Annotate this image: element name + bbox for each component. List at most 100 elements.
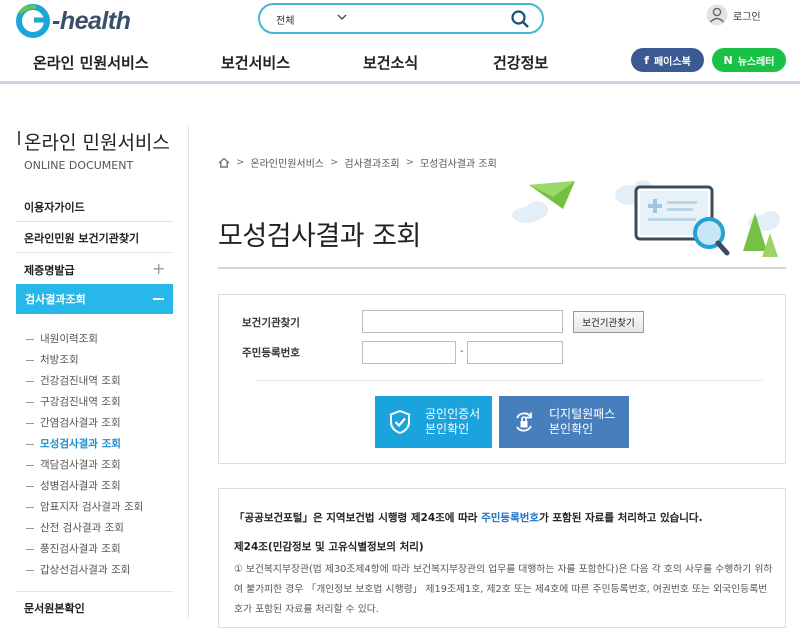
sidebar-subitem-label: 풍진검사결과 조회 — [40, 543, 121, 555]
user-icon — [706, 4, 728, 26]
dash-icon — [26, 506, 34, 508]
sidebar-subitem-label: 구강검진내역 조회 — [40, 396, 121, 408]
center-input[interactable] — [362, 310, 563, 333]
facebook-label: 페이스북 — [653, 56, 691, 68]
breadcrumb: > 온라인민원서비스 > 검사결과조회 > 모성검사결과 조회 — [218, 155, 497, 170]
magnifier-icon — [693, 217, 730, 256]
site-header: -health 전체 로그인 온라인 민원서비스 보건서비스 보건소식 건강정보… — [0, 0, 800, 84]
notice-intro: 「공공보건포털」은 지역보건법 시행령 제24조에 따라 주민등록번호가 포함된… — [234, 510, 703, 525]
digital-onepass-button[interactable]: 디지털원패스 본인확인 — [499, 396, 629, 448]
sidebar-subitem-label: 모성검사결과 조회 — [40, 438, 121, 450]
newsletter-label: 뉴스레터 — [737, 56, 775, 68]
sidebar-subitem[interactable]: 처방조회 — [26, 352, 79, 367]
search-icon[interactable] — [510, 9, 530, 29]
page-title: 모성검사결과 조회 — [218, 221, 421, 252]
search-illustration — [512, 180, 780, 257]
gnb-online-service[interactable]: 온라인 민원서비스 — [33, 52, 149, 73]
dash-icon — [26, 485, 34, 487]
newsletter-icon: N — [723, 53, 733, 67]
sidebar-subitem-label: 산전 검사결과 조회 — [40, 522, 124, 534]
minus-icon — [153, 298, 164, 300]
chevron-down-icon[interactable] — [336, 11, 348, 23]
sidebar-subitem[interactable]: 풍진검사결과 조회 — [26, 541, 121, 556]
dash-icon — [26, 380, 34, 382]
sidebar-subitem[interactable]: 산전 검사결과 조회 — [26, 520, 124, 535]
cloud-icon — [512, 201, 548, 223]
sidebar-subitem[interactable]: 성병검사결과 조회 — [26, 478, 121, 493]
sidebar-subitem-label: 간염검사결과 조회 — [40, 417, 121, 429]
sidebar-subitem[interactable]: 갑상선검사결과 조회 — [26, 562, 130, 577]
breadcrumb-item[interactable]: 검사결과조회 — [344, 155, 399, 170]
gnb-health-news[interactable]: 보건소식 — [363, 52, 418, 73]
breadcrumb-separator: > — [330, 157, 339, 168]
sidebar-item-certificate[interactable]: 제증명발급 — [24, 262, 75, 278]
sidebar-subitem-label: 암표지자 검사결과 조회 — [40, 501, 144, 513]
sidebar-item-exam-results[interactable]: 검사결과조회 — [16, 284, 173, 314]
dash-icon — [26, 527, 34, 529]
sidebar-title: 온라인 민원서비스 — [24, 132, 170, 154]
sidebar-subitem-active[interactable]: 모성검사결과 조회 — [26, 436, 121, 451]
gnb-health-service[interactable]: 보건서비스 — [221, 52, 290, 73]
dash-icon — [26, 548, 34, 550]
search-category-select[interactable]: 전체 — [276, 12, 294, 27]
sidebar-subitem[interactable]: 암표지자 검사결과 조회 — [26, 499, 143, 514]
sidebar-subitem-label: 건강검진내역 조회 — [40, 375, 121, 387]
dash-icon — [26, 464, 34, 466]
sidebar-subitem-label: 내원이력조회 — [40, 333, 98, 345]
sidebar-subitem[interactable]: 건강검진내역 조회 — [26, 373, 121, 388]
sidebar-item-find-center[interactable]: 온라인민원 보건기관찾기 — [24, 230, 139, 246]
dash-icon — [26, 569, 34, 571]
sidebar-subitem-label: 객담검사결과 조회 — [40, 459, 121, 471]
notice-heading: 제24조(민감정보 및 고유식별정보의 처리) — [234, 541, 424, 553]
certificate-auth-button[interactable]: 공인인증서 본인확인 — [375, 396, 492, 448]
facebook-button[interactable]: f 페이스북 — [631, 48, 704, 72]
facebook-icon: f — [644, 53, 649, 67]
sidebar-item-guide[interactable]: 이용자가이드 — [24, 199, 85, 215]
gnb-health-info[interactable]: 건강정보 — [493, 52, 548, 73]
notice-text: 「공공보건포털」은 지역보건법 시행령 제24조에 따라 — [234, 512, 482, 524]
form-divider — [256, 380, 763, 381]
breadcrumb-item[interactable]: 온라인민원서비스 — [250, 155, 324, 170]
breadcrumb-current: 모성검사결과 조회 — [419, 159, 497, 170]
search-input[interactable] — [364, 9, 504, 29]
sidebar-subitem[interactable]: 내원이력조회 — [26, 331, 98, 346]
button-line: 본인확인 — [549, 422, 594, 436]
center-label: 보건기관찾기 — [242, 317, 300, 329]
sidebar-subitem[interactable]: 객담검사결과 조회 — [26, 457, 121, 472]
plus-icon[interactable]: + — [152, 259, 165, 278]
shield-check-icon — [390, 410, 410, 434]
sidebar-subitem[interactable]: 간염검사결과 조회 — [26, 415, 121, 430]
sidebar-item-doc-verify[interactable]: 문서원본확인 — [24, 600, 85, 616]
site-logo[interactable]: -health — [16, 4, 156, 38]
newsletter-button[interactable]: N 뉴스레터 — [712, 48, 786, 72]
certificate-auth-label: 공인인증서 본인확인 — [425, 407, 480, 437]
sidebar-subtitle: ONLINE DOCUMENT — [24, 159, 134, 172]
login-link[interactable]: 로그인 — [706, 3, 761, 27]
dash-icon — [26, 443, 34, 445]
rrn-separator: - — [460, 346, 464, 357]
rrn-label: 주민등록번호 — [242, 347, 300, 359]
button-line: 공인인증서 — [425, 407, 481, 421]
sidebar-separator — [16, 221, 173, 222]
sidebar-subitem-label: 처방조회 — [40, 354, 79, 366]
home-icon[interactable] — [218, 157, 230, 168]
button-line: 디지털원패스 — [549, 407, 616, 421]
logo-g-icon — [16, 4, 50, 38]
sidebar-subitem-label: 갑상선검사결과 조회 — [40, 564, 131, 576]
title-divider — [218, 267, 786, 269]
sidebar-subitem-label: 성병검사결과 조회 — [40, 480, 121, 492]
dash-icon — [26, 338, 34, 340]
rrn-front-input[interactable] — [362, 341, 456, 364]
sidebar-item-label: 검사결과조회 — [25, 293, 86, 306]
button-line: 본인확인 — [425, 422, 470, 436]
notice-text: 가 포함된 자료를 처리하고 있습니다. — [539, 512, 703, 524]
sidebar-separator — [16, 252, 173, 253]
rrn-back-input[interactable] — [467, 341, 563, 364]
sidebar-separator — [16, 591, 173, 592]
find-center-button[interactable]: 보건기관찾기 — [573, 311, 644, 333]
dash-icon — [26, 401, 34, 403]
notice-emphasis: 주민등록번호 — [481, 512, 540, 524]
dash-icon — [26, 359, 34, 361]
sidebar-subitem[interactable]: 구강검진내역 조회 — [26, 394, 121, 409]
breadcrumb-separator: > — [236, 157, 245, 168]
